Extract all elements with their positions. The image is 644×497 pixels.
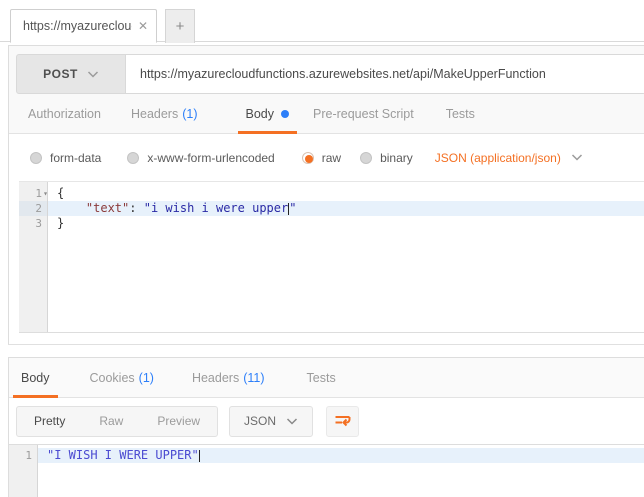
editor-gutter: 1 ▾ 2 3 xyxy=(19,182,48,332)
radio-icon xyxy=(127,151,140,164)
json-string-close-quote: " xyxy=(289,201,297,215)
response-toolbar: Pretty Raw Preview JSON xyxy=(9,398,644,444)
response-tab-headers[interactable]: Headers (11) xyxy=(192,358,265,397)
json-string-value: "i wish i were upper xyxy=(143,201,289,215)
editor-gutter: 1 xyxy=(9,445,38,497)
method-label: POST xyxy=(43,67,78,81)
tab-label: Headers xyxy=(130,106,179,121)
tab-label: Authorization xyxy=(28,106,101,121)
tab-tests[interactable]: Tests xyxy=(446,94,475,133)
tab-authorization[interactable]: Authorization xyxy=(28,94,101,133)
response-format-dropdown[interactable]: JSON xyxy=(229,405,314,437)
tab-count: (11) xyxy=(243,370,265,385)
radio-x-www-form-urlencoded[interactable]: x-www-form-urlencoded xyxy=(127,150,275,165)
response-tab-tests[interactable]: Tests xyxy=(307,358,336,397)
chevron-down-icon xyxy=(571,154,582,161)
radio-binary[interactable]: binary xyxy=(360,151,413,165)
code-line: } xyxy=(57,216,65,230)
response-tab-cookies[interactable]: Cookies (1) xyxy=(90,358,154,397)
text-cursor xyxy=(198,450,200,462)
url-bar: POST https://myazurecloudfunctions.azure… xyxy=(16,54,644,94)
pretty-button[interactable]: Pretty xyxy=(17,407,82,436)
method-dropdown[interactable]: POST xyxy=(17,55,125,93)
preview-button[interactable]: Preview xyxy=(140,407,217,436)
wrap-text-icon xyxy=(335,415,351,426)
tab-label: Headers xyxy=(191,370,240,385)
radio-label: binary xyxy=(380,150,413,165)
response-line: "I WISH I WERE UPPER" xyxy=(38,448,644,463)
body-type-selector: form-data x-www-form-urlencoded raw bina… xyxy=(9,134,644,181)
url-input[interactable]: https://myazurecloudfunctions.azurewebsi… xyxy=(125,55,644,93)
radio-icon xyxy=(30,151,42,164)
tab-label: Body xyxy=(21,370,50,385)
url-text: https://myazurecloudfunctions.azurewebsi… xyxy=(140,67,546,81)
chevron-down-icon xyxy=(287,417,298,425)
fold-arrow-icon[interactable]: ▾ xyxy=(43,186,48,201)
request-tabs: Authorization Headers (1) Body Pre-reque… xyxy=(16,94,644,134)
tab-label: Pre-request Script xyxy=(313,106,414,121)
request-body-editor[interactable]: 1 ▾ 2 3 { "text": "i wish i were upper" … xyxy=(19,181,644,333)
tab-label: Body xyxy=(245,106,275,121)
response-tab-body[interactable]: Body xyxy=(13,358,57,398)
response-tabs: Body Cookies (1) Headers (11) Tests xyxy=(9,358,644,398)
request-tab-title: https://myazurecloud xyxy=(23,19,132,33)
line-number: 2 xyxy=(19,201,47,216)
line-number: 3 xyxy=(35,217,42,230)
wrap-text-button[interactable] xyxy=(326,405,360,437)
tab-count: (1) xyxy=(182,106,198,121)
body-modified-dot-icon xyxy=(281,109,289,118)
chevron-down-icon xyxy=(87,70,98,78)
line-number: 1 xyxy=(25,449,32,462)
tab-label: Cookies xyxy=(89,370,135,385)
tab-label: Tests xyxy=(445,106,475,121)
request-header: POST https://myazurecloudfunctions.azure… xyxy=(9,46,644,134)
tab-pre-request-script[interactable]: Pre-request Script xyxy=(313,94,414,133)
new-tab-button[interactable]: + xyxy=(165,9,195,43)
format-label: JSON xyxy=(244,414,277,428)
radio-raw[interactable]: raw xyxy=(301,150,342,165)
open-request-tab[interactable]: https://myazurecloud ✕ xyxy=(10,9,157,43)
code-line: { xyxy=(57,186,65,200)
tab-headers[interactable]: Headers (1) xyxy=(131,94,198,133)
radio-icon xyxy=(360,151,373,164)
radio-label: raw xyxy=(321,150,342,165)
request-builder-panel: POST https://myazurecloudfunctions.azure… xyxy=(8,45,644,345)
response-panel: Body Cookies (1) Headers (11) Tests Pret… xyxy=(8,357,644,497)
radio-selected-icon xyxy=(301,151,314,164)
tab-label: Tests xyxy=(306,370,336,385)
json-key: "text" xyxy=(85,201,130,215)
radio-form-data[interactable]: form-data xyxy=(30,151,101,165)
view-mode-group: Pretty Raw Preview xyxy=(16,405,219,437)
content-type-dropdown[interactable]: JSON (application/json) xyxy=(435,151,583,165)
code-line-active: "text": "i wish i were upper" xyxy=(48,201,644,216)
plus-icon: + xyxy=(175,18,185,35)
response-body-viewer[interactable]: 1 "I WISH I WERE UPPER" xyxy=(9,444,644,497)
tab-count: (1) xyxy=(138,370,154,385)
line-number: 1 ▾ xyxy=(35,186,48,201)
tab-body[interactable]: Body xyxy=(237,94,297,134)
request-tab-bar: https://myazurecloud ✕ + xyxy=(0,0,644,43)
content-type-label: JSON (application/json) xyxy=(434,150,561,165)
raw-button[interactable]: Raw xyxy=(82,407,140,436)
radio-label: form-data xyxy=(50,150,102,165)
close-icon[interactable]: ✕ xyxy=(138,19,148,33)
response-code-area: "I WISH I WERE UPPER" xyxy=(38,445,644,497)
radio-label: x-www-form-urlencoded xyxy=(147,150,275,165)
editor-code-area[interactable]: { "text": "i wish i were upper" } xyxy=(48,182,644,332)
json-string-value: "I WISH I WERE UPPER" xyxy=(47,448,199,462)
